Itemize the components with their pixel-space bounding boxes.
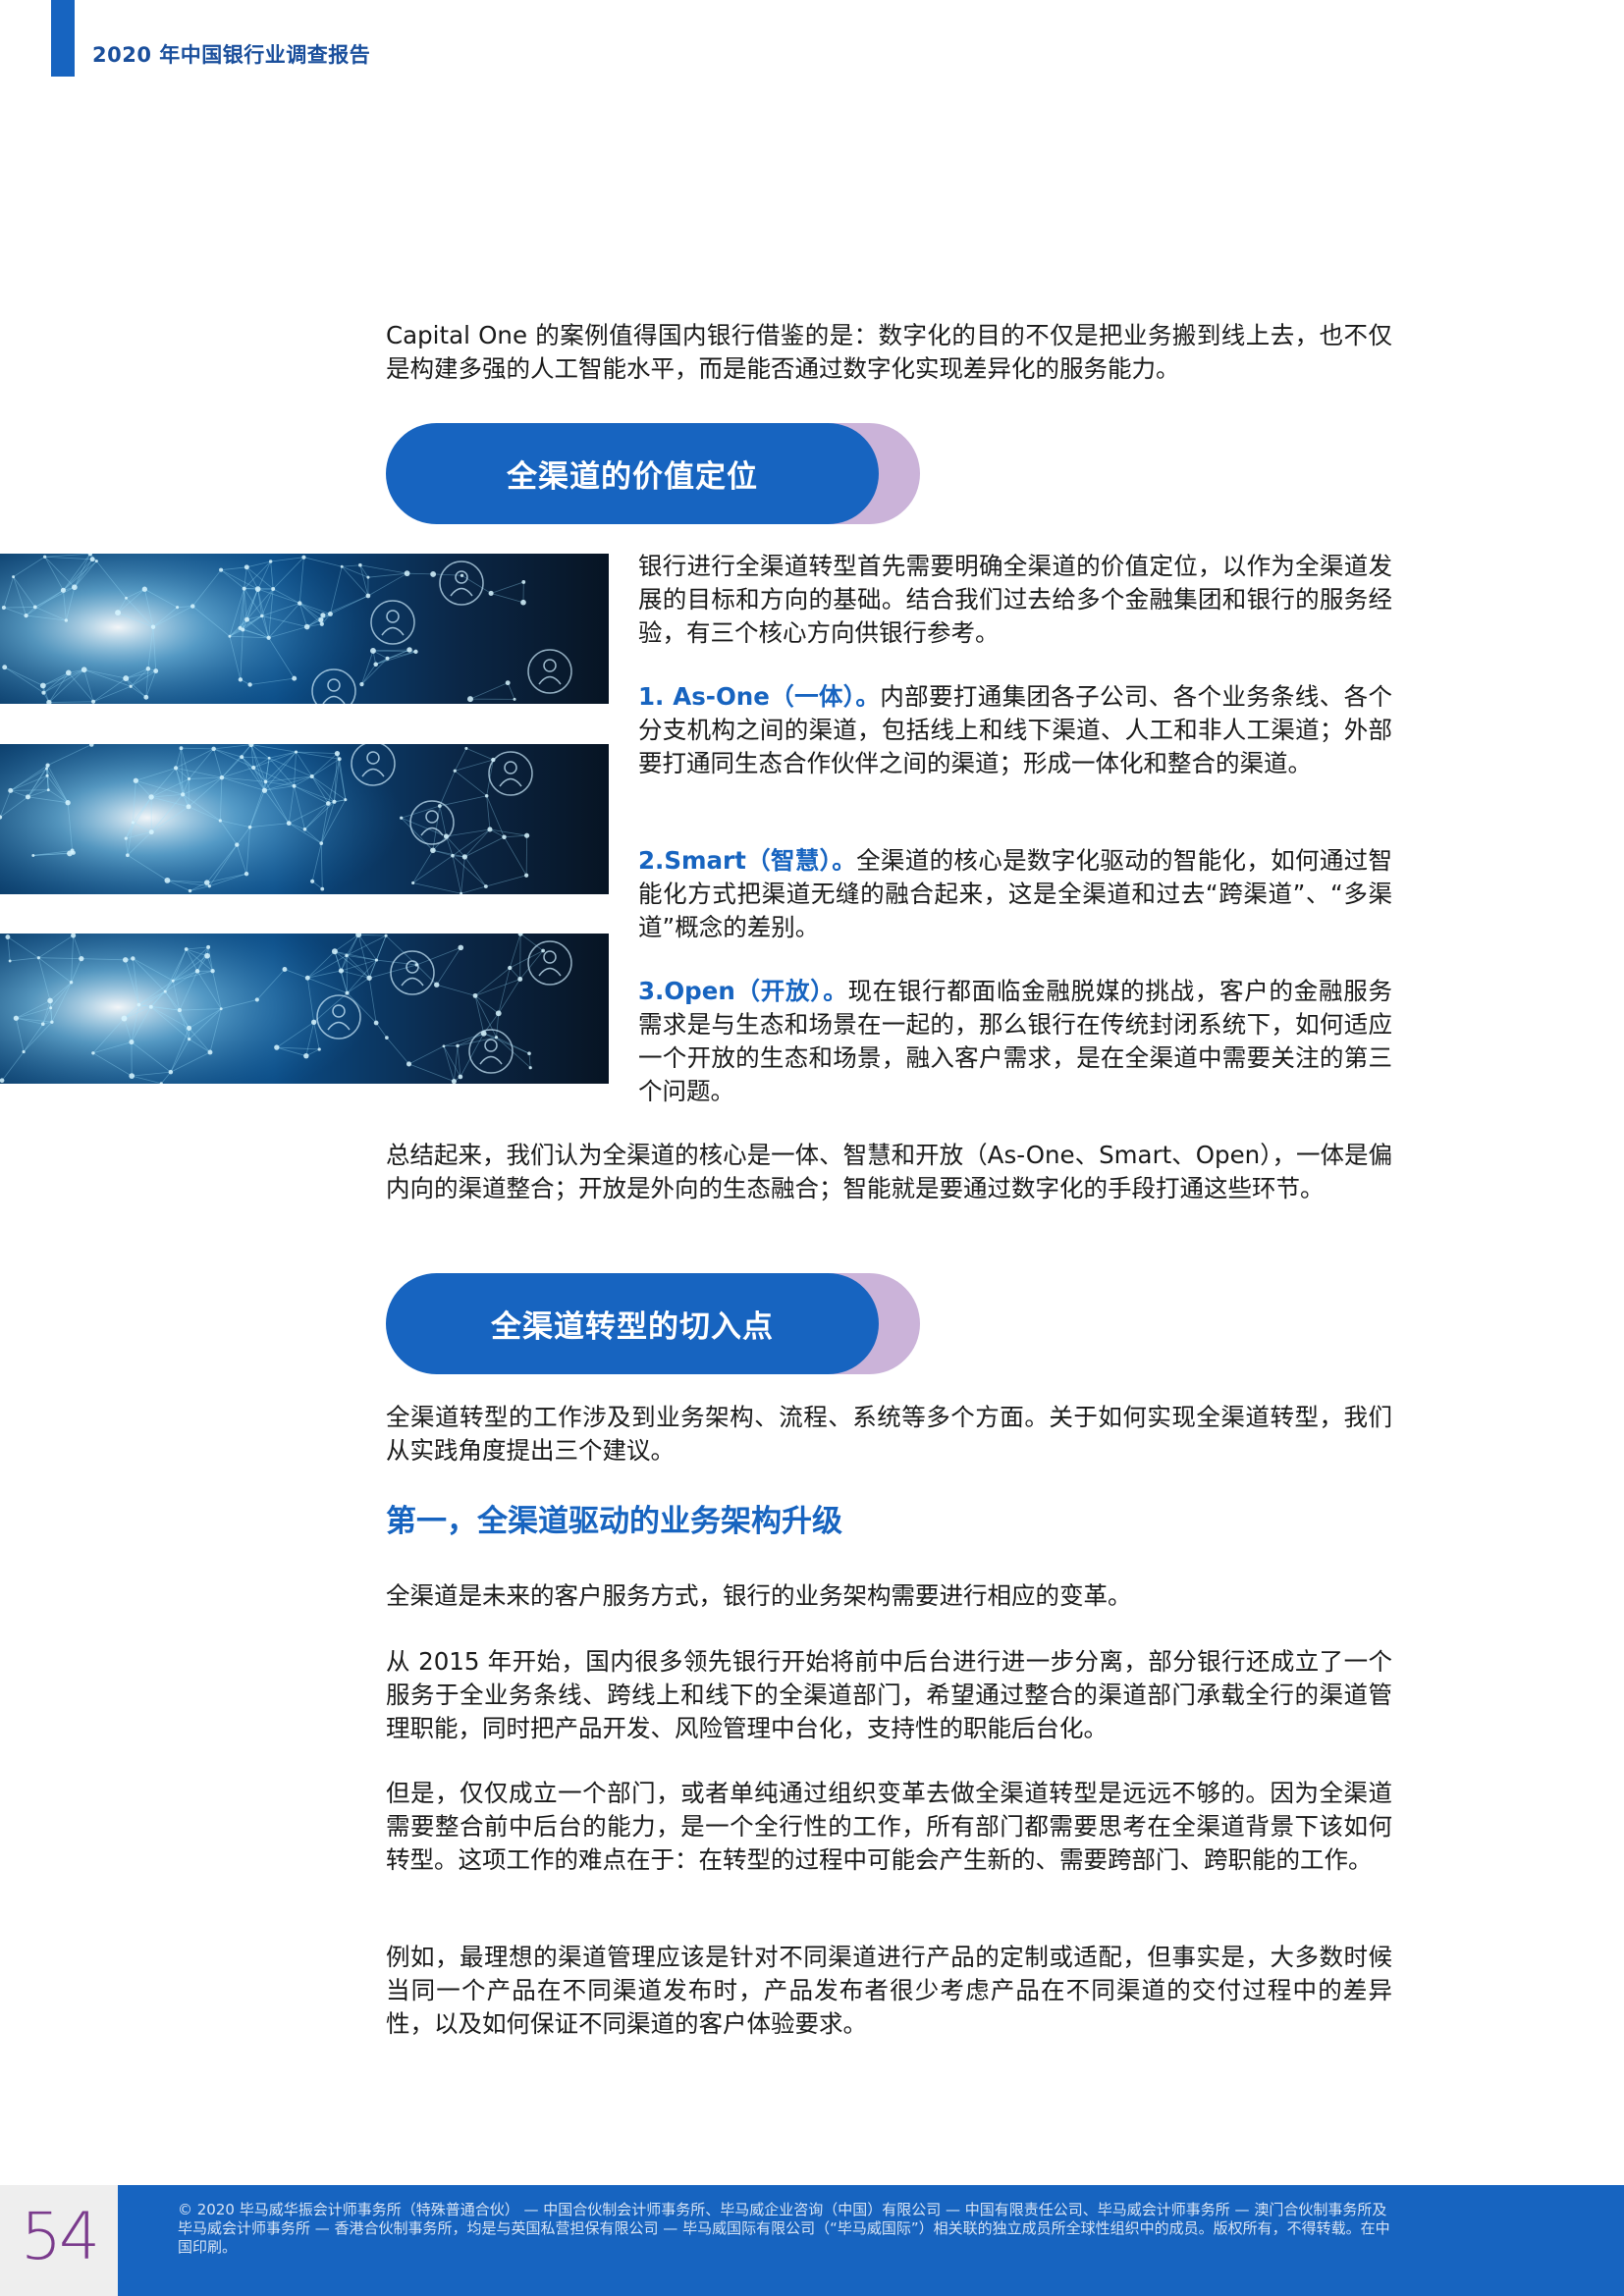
report-title: 2020 年中国银行业调查报告 bbox=[92, 43, 371, 67]
section1-lead: 银行进行全渠道转型首先需要明确全渠道的价值定位，以作为全渠道发展的目标和方向的基… bbox=[638, 552, 1392, 647]
section-title: 全渠道的价值定位 bbox=[386, 423, 879, 524]
body-paragraph: 全渠道是未来的客户服务方式，银行的业务架构需要进行相应的变革。 bbox=[386, 1581, 1132, 1610]
intro-paragraph: Capital One 的案例值得国内银行借鉴的是：数字化的目的不仅是把业务搬到… bbox=[386, 321, 1392, 383]
network-globe-graphic bbox=[0, 554, 609, 704]
page-number: 54 bbox=[21, 2199, 100, 2274]
network-globe-graphic bbox=[0, 934, 609, 1084]
direction-item-as-one: 1. As-One（一体）。内部要打通集团各子公司、各个业务条线、各个分支机构之… bbox=[638, 680, 1392, 780]
page-number-block: 54 bbox=[0, 2185, 118, 2296]
direction-item-open: 3.Open（开放）。现在银行都面临金融脱媒的挑战，客户的金融服务需求是与生态和… bbox=[638, 975, 1392, 1108]
network-globe-image bbox=[0, 744, 609, 894]
body-paragraph: 例如，最理想的渠道管理应该是针对不同渠道进行产品的定制或适配，但事实是，大多数时… bbox=[386, 1943, 1392, 2038]
page-footer: 54 © 2020 毕马威华振会计师事务所（特殊普通合伙） — 中国合伙制会计师… bbox=[0, 2185, 1624, 2296]
direction-item-smart: 2.Smart（智慧）。全渠道的核心是数字化驱动的智能化，如何通过智能化方式把渠… bbox=[638, 844, 1392, 944]
network-globe-image bbox=[0, 554, 609, 704]
direction-label: 3.Open（开放）。 bbox=[638, 977, 848, 1005]
section-heading-value-positioning: 全渠道的价值定位 bbox=[386, 423, 920, 524]
network-globe-image bbox=[0, 934, 609, 1084]
section2-lead: 全渠道转型的工作涉及到业务架构、流程、系统等多个方面。关于如何实现全渠道转型，我… bbox=[386, 1403, 1392, 1465]
section-title: 全渠道转型的切入点 bbox=[386, 1273, 879, 1374]
section-heading-entry-point: 全渠道转型的切入点 bbox=[386, 1273, 920, 1374]
copyright-notice: © 2020 毕马威华振会计师事务所（特殊普通合伙） — 中国合伙制会计师事务所… bbox=[178, 2201, 1390, 2256]
network-globe-graphic bbox=[0, 744, 609, 894]
body-paragraph: 从 2015 年开始，国内很多领先银行开始将前中后台进行进一步分离，部分银行还成… bbox=[386, 1647, 1392, 1742]
section1-summary: 总结起来，我们认为全渠道的核心是一体、智慧和开放（As-One、Smart、Op… bbox=[386, 1141, 1392, 1202]
body-paragraph: 但是，仅仅成立一个部门，或者单纯通过组织变革去做全渠道转型是远远不够的。因为全渠… bbox=[386, 1779, 1392, 1874]
direction-label: 2.Smart（智慧）。 bbox=[638, 846, 857, 875]
header-accent-bar bbox=[51, 0, 75, 77]
direction-label: 1. As-One（一体）。 bbox=[638, 682, 881, 711]
subsection-heading: 第一，全渠道驱动的业务架构升级 bbox=[386, 1504, 842, 1539]
